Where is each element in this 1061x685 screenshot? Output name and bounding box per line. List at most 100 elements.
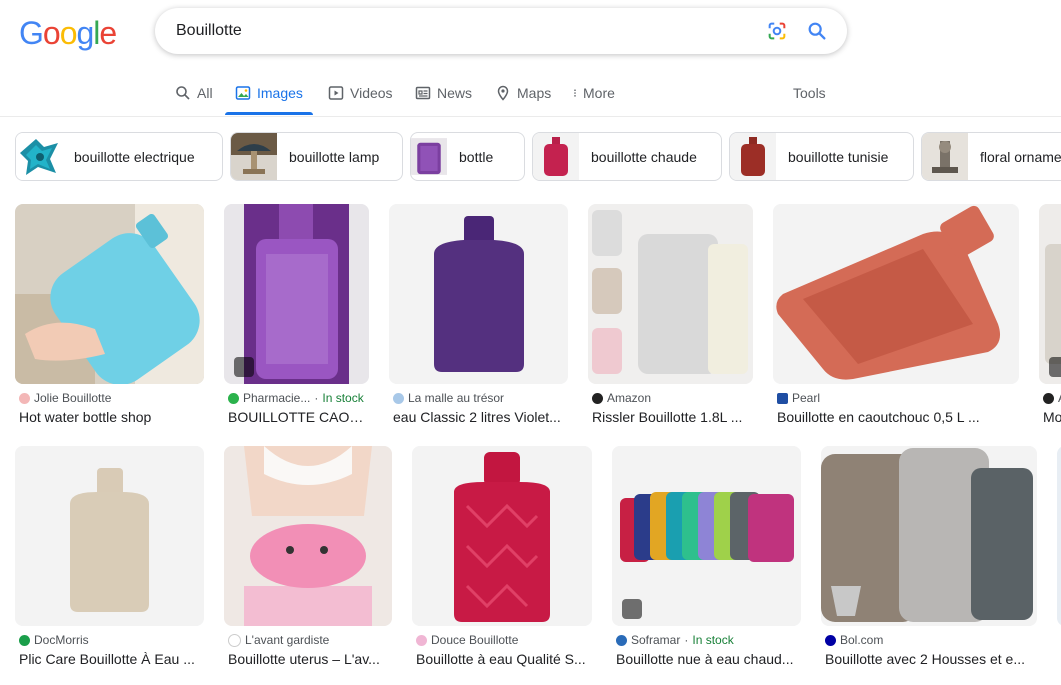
result-title[interactable]: Bouillotte en caoutchouc 0,5 L ... bbox=[777, 409, 1019, 425]
source-favicon bbox=[393, 392, 404, 404]
search-box[interactable]: Bouillotte bbox=[155, 8, 847, 54]
tab-all[interactable]: All bbox=[175, 84, 213, 102]
chip-thumbnail bbox=[231, 133, 277, 180]
chip-bottle[interactable]: bottle bbox=[410, 132, 525, 181]
more-vert-icon bbox=[574, 89, 576, 97]
source-favicon bbox=[1043, 392, 1054, 404]
source-favicon bbox=[19, 634, 30, 646]
chip-thumbnail bbox=[922, 133, 968, 180]
result-image[interactable] bbox=[773, 204, 1019, 384]
result-source: Pharmacie... · In stock bbox=[228, 391, 364, 405]
result-source: Bol.com bbox=[825, 633, 883, 647]
chip-bouillotte-tunisie[interactable]: bouillotte tunisie bbox=[729, 132, 914, 181]
tools-button[interactable]: Tools bbox=[793, 84, 826, 102]
result-title[interactable]: Mo bbox=[1043, 409, 1061, 425]
google-lens-icon[interactable] bbox=[766, 20, 788, 42]
logo-letter: o bbox=[42, 15, 61, 51]
source-favicon bbox=[228, 633, 241, 647]
product-tag-icon bbox=[622, 599, 642, 619]
chip-label: bottle bbox=[459, 148, 494, 165]
tab-label: News bbox=[437, 85, 473, 101]
tab-maps[interactable]: Maps bbox=[495, 84, 551, 102]
source-name: Amazon bbox=[607, 391, 652, 405]
product-tag-icon bbox=[1049, 357, 1061, 377]
tab-label: Maps bbox=[517, 85, 552, 101]
chip-bouillotte-lamp[interactable]: bouillotte lamp bbox=[230, 132, 403, 181]
video-icon bbox=[328, 86, 344, 100]
logo-letter: G bbox=[19, 15, 44, 51]
result-image[interactable] bbox=[412, 446, 592, 626]
logo-letter: g bbox=[76, 15, 94, 51]
chip-label: bouillotte lamp bbox=[289, 148, 380, 165]
source-name: La malle au trésor bbox=[408, 391, 505, 405]
chip-thumbnail bbox=[16, 133, 62, 180]
source-favicon bbox=[416, 634, 427, 646]
result-source: L'avant gardiste bbox=[228, 633, 329, 647]
result-source: DocMorris bbox=[19, 633, 89, 647]
stock-status: In stock bbox=[322, 391, 364, 405]
source-name: Pharmacie... bbox=[243, 391, 311, 405]
source-favicon bbox=[592, 392, 603, 404]
chip-thumbnail bbox=[533, 133, 579, 180]
chip-bouillotte-electrique[interactable]: bouillotte electrique bbox=[15, 132, 223, 181]
source-name: L'avant gardiste bbox=[245, 633, 330, 647]
google-logo[interactable]: Google bbox=[19, 15, 117, 51]
search-tabs: All Images Videos News Maps More Tools bbox=[0, 76, 1061, 117]
search-input[interactable]: Bouillotte bbox=[176, 22, 242, 40]
result-title[interactable]: Bouillotte avec 2 Housses et e... bbox=[825, 651, 1037, 667]
search-icon[interactable] bbox=[806, 20, 828, 42]
chip-label: bouillotte tunisie bbox=[788, 148, 889, 165]
tab-label: Videos bbox=[350, 85, 393, 101]
result-source: Soframar · In stock bbox=[616, 633, 734, 647]
map-pin-icon bbox=[497, 85, 509, 101]
result-source: Douce Bouillotte bbox=[416, 633, 518, 647]
source-favicon bbox=[825, 634, 836, 646]
result-image[interactable] bbox=[15, 204, 204, 384]
chip-thumbnail bbox=[730, 133, 776, 180]
result-source: Pearl bbox=[777, 391, 820, 405]
news-icon bbox=[415, 86, 431, 100]
result-image[interactable] bbox=[588, 204, 753, 384]
source-name: Jolie Bouillotte bbox=[34, 391, 112, 405]
tab-more[interactable]: More bbox=[570, 84, 615, 102]
result-image[interactable] bbox=[389, 204, 568, 384]
tab-images[interactable]: Images bbox=[235, 84, 303, 102]
tab-label: All bbox=[197, 85, 213, 101]
chip-bouillotte-chaude[interactable]: bouillotte chaude bbox=[532, 132, 722, 181]
image-result[interactable]: A Mo bbox=[1039, 204, 1061, 434]
source-favicon bbox=[777, 392, 788, 404]
result-source: A bbox=[1043, 391, 1061, 405]
tab-videos[interactable]: Videos bbox=[328, 84, 393, 102]
result-title[interactable]: Hot water bottle shop bbox=[19, 409, 204, 425]
source-favicon bbox=[616, 634, 627, 646]
source-name: Bol.com bbox=[840, 633, 884, 647]
result-title[interactable]: Bouillotte nue à eau chaud... bbox=[616, 651, 801, 667]
result-source: Amazon bbox=[592, 391, 651, 405]
result-title[interactable]: Rissler Bouillotte 1.8L ... bbox=[592, 409, 753, 425]
result-source: La malle au trésor bbox=[393, 391, 504, 405]
result-source: Jolie Bouillotte bbox=[19, 391, 111, 405]
result-image[interactable] bbox=[15, 446, 204, 626]
result-title[interactable]: Bouillotte à eau Qualité S... bbox=[416, 651, 592, 667]
result-image[interactable] bbox=[1057, 446, 1061, 626]
result-title[interactable]: eau Classic 2 litres Violet... bbox=[393, 409, 568, 425]
result-title[interactable]: Plic Care Bouillotte À Eau ... bbox=[19, 651, 204, 667]
product-tag-icon bbox=[234, 357, 254, 377]
logo-letter: o bbox=[59, 15, 78, 51]
search-icon bbox=[176, 86, 190, 100]
chip-label: bouillotte chaude bbox=[591, 148, 697, 165]
logo-letter: e bbox=[99, 15, 117, 51]
source-favicon bbox=[228, 392, 239, 404]
image-result[interactable] bbox=[1057, 446, 1061, 626]
stock-status: In stock bbox=[692, 633, 734, 647]
chip-label: bouillotte electrique bbox=[74, 148, 195, 165]
chip-floral-ornament[interactable]: floral orname bbox=[921, 132, 1061, 181]
images-icon bbox=[235, 86, 251, 100]
result-title[interactable]: Bouillotte uterus – L'av... bbox=[228, 651, 392, 667]
result-image[interactable] bbox=[224, 446, 392, 626]
tab-news[interactable]: News bbox=[415, 84, 472, 102]
tab-label: Images bbox=[257, 85, 303, 101]
active-tab-indicator bbox=[225, 112, 313, 115]
result-image[interactable] bbox=[821, 446, 1037, 626]
result-title[interactable]: BOUILLOTTE CAOU... bbox=[228, 409, 369, 425]
